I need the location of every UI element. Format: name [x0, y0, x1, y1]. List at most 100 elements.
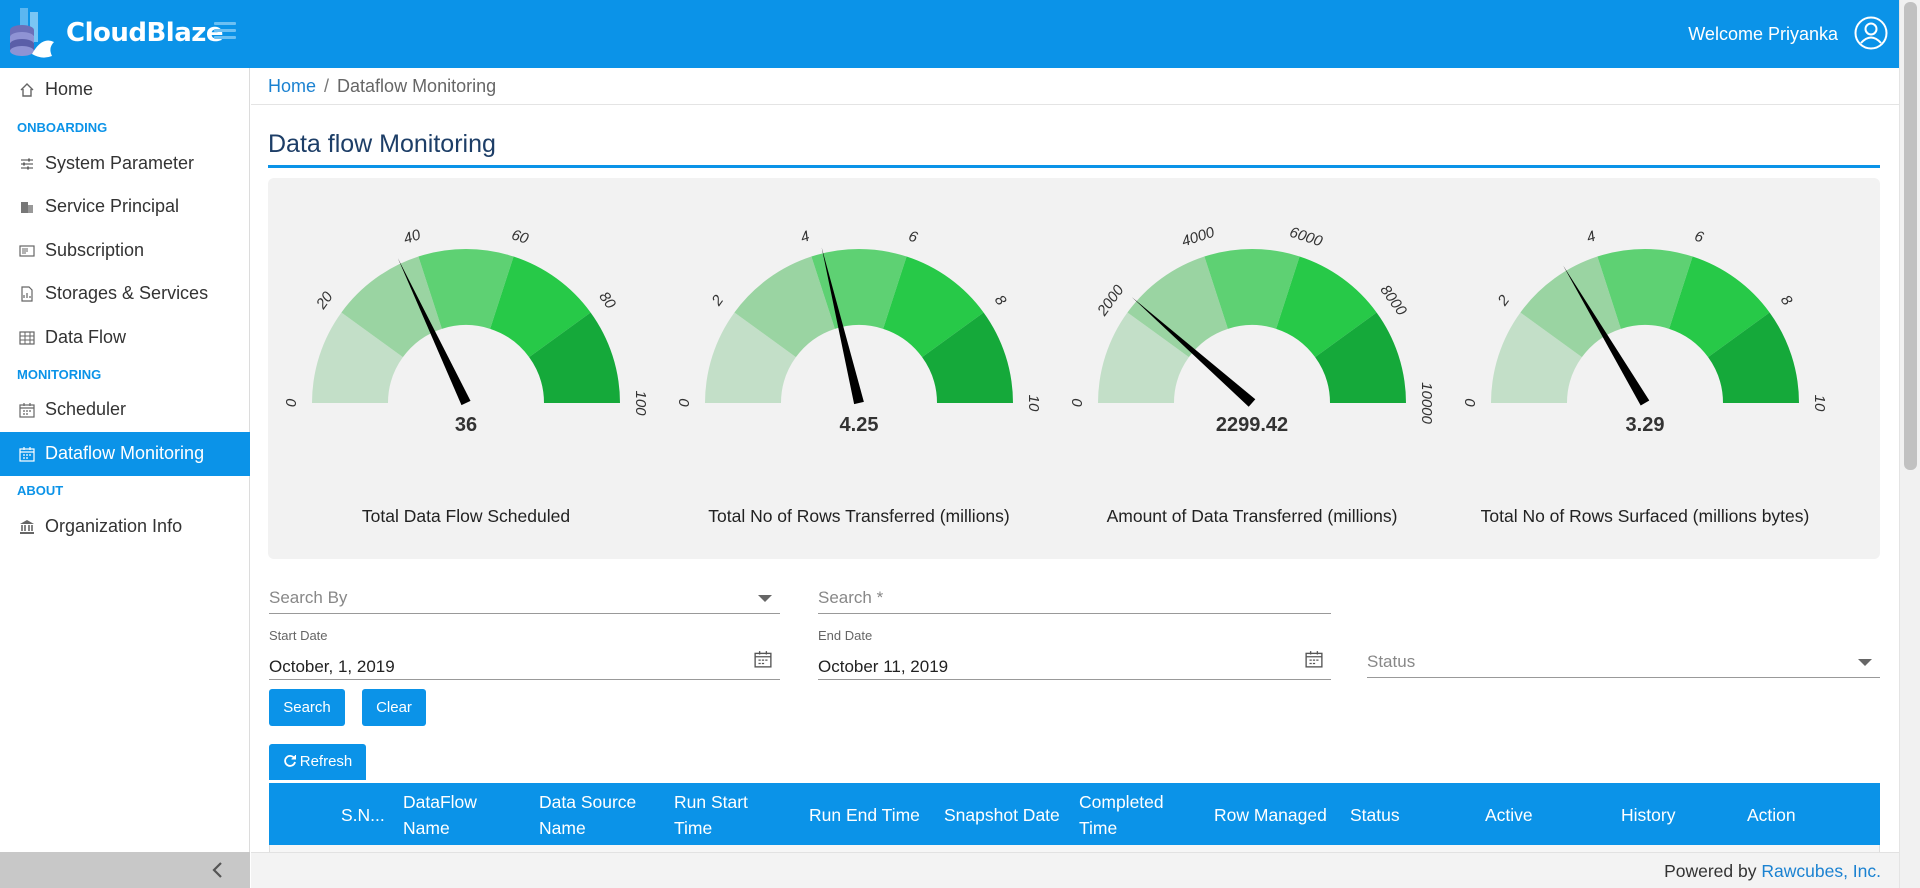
breadcrumb-home-link[interactable]: Home	[268, 76, 316, 96]
footer-text: Powered by Rawcubes, Inc.	[1664, 861, 1881, 882]
gauge-tick-label: 4	[798, 228, 811, 247]
column-header-text: Name	[403, 818, 450, 838]
sidebar-item-dataflow-monitoring[interactable]: Dataflow Monitoring	[0, 432, 250, 476]
chevron-left-icon[interactable]	[208, 860, 228, 880]
gauge-tick-label: 4	[1584, 228, 1597, 247]
column-header-text: Name	[539, 818, 586, 838]
sidebar-item-label: Subscription	[45, 240, 145, 260]
column-header-text: Row Managed	[1214, 805, 1327, 825]
calendar-icon	[19, 447, 35, 462]
sidebar-item-home[interactable]: Home	[0, 68, 250, 112]
gauge-chart: 0 2 4 6 8 10	[676, 228, 1042, 412]
company-link[interactable]: Rawcubes, Inc.	[1761, 861, 1881, 881]
start-date-field[interactable]: Start Date October, 1, 2019	[269, 628, 780, 680]
section-onboarding: ONBOARDING	[17, 120, 108, 135]
sidebar-item-subscription[interactable]: Subscription	[0, 229, 250, 273]
sidebar-item-scheduler[interactable]: Scheduler	[0, 388, 250, 432]
refresh-label: Refresh	[299, 753, 353, 770]
gauge-tick-label: 6	[1692, 228, 1706, 247]
column-header-snapshot-date[interactable]: Snapshot Date	[944, 802, 1060, 828]
gauge-label: Total No of Rows Surfaced (millions byte…	[1480, 506, 1810, 526]
menu-toggle-icon[interactable]	[214, 22, 236, 42]
column-header-text: Snapshot Date	[944, 805, 1060, 825]
sidebar-item-label: Organization Info	[45, 516, 183, 536]
column-header-text: Run End Time	[809, 805, 920, 825]
calendar-icon[interactable]	[1305, 650, 1323, 668]
gauge-rows-transferred: 0 2 4 6 8 10 4.25 Total No of Rows Transferre…	[663, 188, 1055, 548]
column-header-sn[interactable]: S.N...	[341, 802, 385, 828]
file-chart-icon	[21, 286, 33, 302]
clear-button[interactable]: Clear	[362, 689, 426, 726]
column-header-text: S.N...	[341, 805, 385, 825]
brand-name: CloudBlaze	[66, 18, 224, 48]
sidebar-item-organization-info[interactable]: Organization Info	[0, 505, 250, 549]
gauge-tick-label: 20	[312, 288, 337, 313]
column-header-row-managed[interactable]: Row Managed	[1214, 802, 1327, 828]
gauge-tick-label: 6000	[1287, 224, 1325, 251]
gauge-tick-label: 0	[283, 398, 300, 407]
column-header-text: Status	[1350, 805, 1400, 825]
column-header-run-end-time[interactable]: Run End Time	[809, 802, 920, 828]
gauge-tick-label: 60	[509, 226, 531, 248]
status-placeholder: Status	[1367, 652, 1416, 671]
welcome-text: Welcome Priyanka	[1688, 24, 1838, 44]
gauge-label: Total No of Rows Transferred (millions)	[708, 506, 1010, 526]
page-title: Data flow Monitoring	[268, 130, 496, 158]
search-button[interactable]: Search	[269, 689, 345, 726]
column-header-data-source-name[interactable]: Data Source Name	[539, 789, 636, 841]
sidebar-item-system-parameter[interactable]: System Parameter	[0, 142, 250, 186]
column-header-dataflow-name[interactable]: DataFlow Name	[403, 789, 477, 841]
breadcrumb: Home / Dataflow Monitoring	[268, 76, 496, 97]
table-icon	[19, 331, 35, 345]
column-header-history[interactable]: History	[1621, 802, 1675, 828]
sidebar-footer	[0, 852, 250, 888]
gauge-chart: 020004000 6000800010000	[1069, 224, 1435, 425]
divider	[251, 104, 1899, 105]
start-date-value: October, 1, 2019	[269, 657, 395, 676]
table-header: S.N... DataFlow Name Data Source Name Run …	[269, 783, 1880, 845]
end-date-label: End Date	[818, 628, 873, 643]
gauge-tick-label: 0	[1069, 398, 1086, 407]
column-header-active[interactable]: Active	[1485, 802, 1533, 828]
sidebar: Home ONBOARDING System Parameter Service…	[0, 68, 250, 852]
home-icon	[20, 83, 34, 97]
gauge-tick-label: 0	[676, 398, 693, 407]
column-header-completed-time[interactable]: Completed Time	[1079, 789, 1164, 841]
gauge-tick-label: 6	[906, 228, 920, 247]
search-by-placeholder: Search By	[269, 588, 348, 607]
chevron-down-icon	[758, 595, 772, 602]
gauge-value: 36	[454, 414, 478, 436]
search-placeholder: Search *	[818, 588, 884, 607]
calendar-icon[interactable]	[754, 650, 772, 668]
breadcrumb-current: Dataflow Monitoring	[337, 76, 497, 96]
user-avatar-icon[interactable]	[1854, 16, 1888, 50]
column-header-action[interactable]: Action	[1747, 802, 1796, 828]
column-header-text: DataFlow	[403, 792, 477, 812]
search-input[interactable]: Search *	[818, 582, 1331, 614]
sidebar-item-data-flow[interactable]: Data Flow	[0, 316, 250, 360]
start-date-label: Start Date	[269, 628, 328, 643]
column-header-status[interactable]: Status	[1350, 802, 1400, 828]
gauge-tick-label: 2000	[1094, 281, 1128, 319]
footer-prefix: Powered by	[1664, 861, 1762, 881]
gauge-value: 2299.42	[1215, 414, 1289, 436]
sidebar-item-service-principal[interactable]: Service Principal	[0, 185, 250, 229]
sidebar-item-label: Home	[45, 79, 94, 99]
calendar-icon	[19, 403, 35, 418]
sidebar-item-storages-services[interactable]: Storages & Services	[0, 272, 250, 316]
end-date-field[interactable]: End Date October 11, 2019	[818, 628, 1331, 680]
footer: Powered by Rawcubes, Inc.	[251, 852, 1899, 888]
section-about: ABOUT	[17, 483, 64, 498]
gauge-tick-label: 100	[632, 390, 649, 416]
column-header-run-start-time[interactable]: Run Start Time	[674, 789, 748, 841]
status-select[interactable]: Status	[1367, 646, 1880, 678]
chevron-down-icon	[1858, 659, 1872, 666]
sidebar-item-label: Scheduler	[45, 399, 127, 419]
column-header-text: History	[1621, 805, 1676, 825]
gauge-tick-label: 40	[402, 226, 424, 248]
vertical-scrollbar[interactable]	[1899, 0, 1920, 888]
search-by-select[interactable]: Search By	[269, 582, 780, 614]
refresh-button[interactable]: Refresh	[269, 744, 366, 780]
gauge-tick-label: 8000	[1377, 282, 1411, 320]
scrollbar-thumb[interactable]	[1904, 2, 1917, 470]
